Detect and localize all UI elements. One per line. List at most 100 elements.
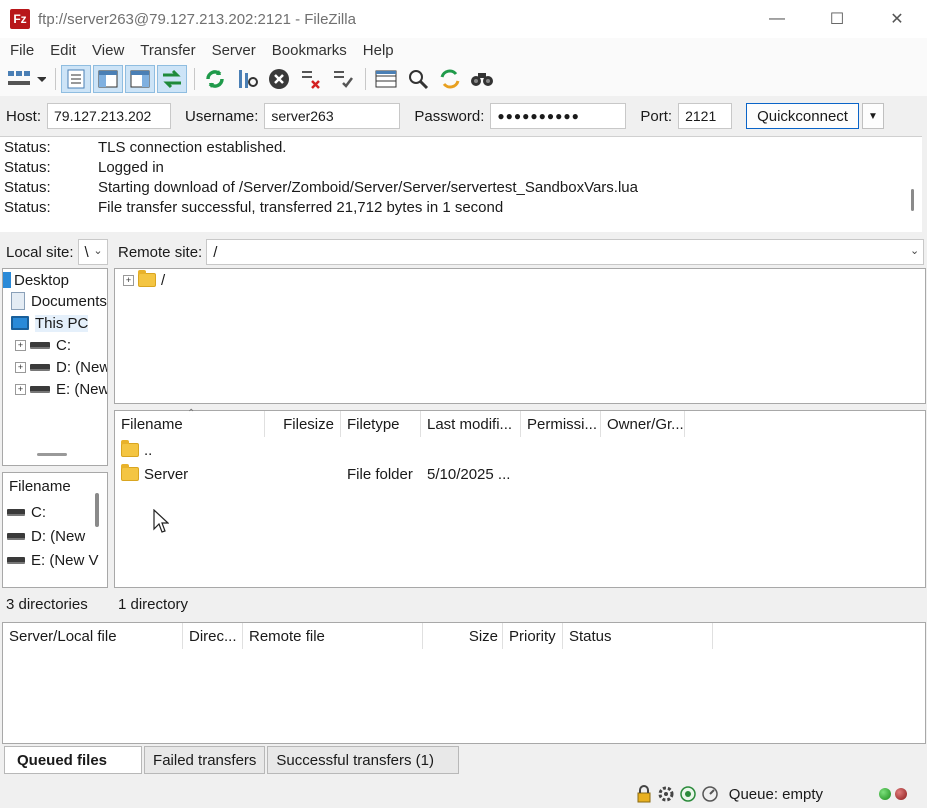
remote-col-permissions[interactable]: Permissi... [521,411,601,437]
tree-item-e-drive[interactable]: + E: (New [15,378,107,400]
remote-tree: + / [114,268,926,404]
drive-icon [30,341,50,349]
remote-col-last-modified[interactable]: Last modifi... [421,411,521,437]
gear-icon[interactable] [657,785,675,803]
desktop-icon [3,272,11,288]
tree-item-d-drive[interactable]: + D: (New [15,356,107,378]
horizontal-scrollbar[interactable] [37,453,67,456]
remote-site-label: Remote site: [118,243,203,261]
local-site-bar: Local site: \ ⌄ [2,238,108,266]
menu-server[interactable]: Server [204,42,264,59]
transfer-queue: Server/Local file Direc... Remote file S… [2,622,926,744]
queue-col-server-local-file[interactable]: Server/Local file [3,623,183,649]
log-scrollbar[interactable] [911,189,914,211]
expand-icon[interactable]: + [15,383,26,395]
vertical-scrollbar[interactable] [95,493,99,527]
directory-listing-filters-icon[interactable] [371,65,401,93]
remote-col-filetype[interactable]: Filetype [341,411,421,437]
toggle-transfer-queue-icon[interactable] [157,65,187,93]
minimize-button[interactable]: — [747,0,807,38]
host-label: Host: [6,107,42,125]
expand-icon[interactable]: + [15,339,26,351]
expand-icon[interactable]: + [15,361,26,373]
tab-successful-transfers[interactable]: Successful transfers (1) [267,746,459,774]
toolbar-separator [194,68,195,90]
menu-bookmarks[interactable]: Bookmarks [264,42,355,59]
host-input[interactable]: 79.127.213.202 [47,103,172,129]
password-input[interactable]: ●●●●●●●●●● [490,103,627,129]
menu-edit[interactable]: Edit [42,42,84,59]
lock-icon[interactable] [635,785,653,803]
queue-col-remote-file[interactable]: Remote file [243,623,423,649]
title-bar: Fz ftp://server263@79.127.213.202:2121 -… [0,0,927,38]
local-file-list: Filename C: D: (New E: (New V [2,472,108,588]
remote-site-path[interactable]: / ⌄ [206,239,925,265]
queue-col-priority[interactable]: Priority [503,623,563,649]
process-queue-icon[interactable] [232,65,262,93]
toolbar-separator [55,68,56,90]
list-item[interactable]: D: (New [7,525,85,547]
log-row: Status: Starting download of /Server/Zomb… [4,178,638,196]
tree-item-c-drive[interactable]: + C: [15,334,71,356]
menu-help[interactable]: Help [355,42,402,59]
close-button[interactable]: ✕ [867,0,927,38]
remote-status: 1 directory [114,590,926,618]
local-site-path[interactable]: \ ⌄ [77,239,108,265]
quickconnect-bar: Host: 79.127.213.202 Username: server263… [0,98,927,134]
list-item[interactable]: E: (New V [7,549,99,571]
port-label: Port: [640,107,673,125]
list-item[interactable]: C: [7,501,46,523]
site-manager-icon[interactable] [4,65,48,93]
chevron-down-icon[interactable]: ⌄ [910,244,919,257]
remote-col-filesize[interactable]: Filesize [265,411,341,437]
documents-icon [11,292,25,310]
toggle-remote-tree-icon[interactable] [125,65,155,93]
menu-view[interactable]: View [84,42,132,59]
alternate-speed-icon[interactable] [679,785,697,803]
password-label: Password: [414,107,485,125]
tree-item-root[interactable]: + / [123,269,165,291]
tree-item-this-pc[interactable]: This PC [11,312,89,334]
drive-icon [7,508,25,516]
folder-icon [138,270,156,287]
menu-file[interactable]: File [2,42,42,59]
port-input[interactable]: 2121 [678,103,733,129]
menu-bar: File Edit View Transfer Server Bookmarks… [0,38,927,62]
queue-col-size[interactable]: Size [423,623,503,649]
quickconnect-dropdown-icon[interactable]: ▼ [861,103,884,129]
synchronized-browsing-icon[interactable] [435,65,465,93]
drive-icon [30,385,50,393]
remote-file-list: Filename ⌃ Filesize Filetype Last modifi… [114,408,926,588]
log-row: Status: File transfer successful, transfe… [4,198,504,216]
refresh-icon[interactable] [200,65,230,93]
tree-item-desktop[interactable]: Desktop [3,269,69,291]
speed-limits-icon[interactable] [701,785,719,803]
expand-icon[interactable]: + [123,274,134,286]
local-col-filename[interactable]: Filename [3,473,87,499]
quickconnect-button[interactable]: Quickconnect [746,103,859,129]
queue-col-direction[interactable]: Direc... [183,623,243,649]
toolbar-separator [365,68,366,90]
table-row[interactable]: Server File folder 5/10/2025 ... [121,463,521,485]
drive-icon [7,532,25,540]
cancel-operation-icon[interactable] [264,65,294,93]
disconnect-icon[interactable] [296,65,326,93]
tab-queued-files[interactable]: Queued files [4,746,143,774]
remote-col-owner-group[interactable]: Owner/Gr... [601,411,685,437]
reconnect-icon[interactable] [328,65,358,93]
tree-item-documents[interactable]: Documents [11,290,107,312]
folder-icon [121,464,139,481]
maximize-button[interactable]: ☐ [807,0,867,38]
username-input[interactable]: server263 [264,103,401,129]
directory-comparison-icon[interactable] [403,65,433,93]
table-row[interactable]: .. [121,439,152,461]
menu-transfer[interactable]: Transfer [132,42,203,59]
toggle-message-log-icon[interactable] [61,65,91,93]
tab-failed-transfers[interactable]: Failed transfers [144,746,266,774]
chevron-down-icon[interactable]: ⌄ [93,244,102,257]
status-bar: Queue: empty [0,780,927,808]
toggle-local-tree-icon[interactable] [93,65,123,93]
log-row: Status: Logged in [4,158,164,176]
queue-col-status[interactable]: Status [563,623,713,649]
search-remote-files-icon[interactable] [467,65,497,93]
